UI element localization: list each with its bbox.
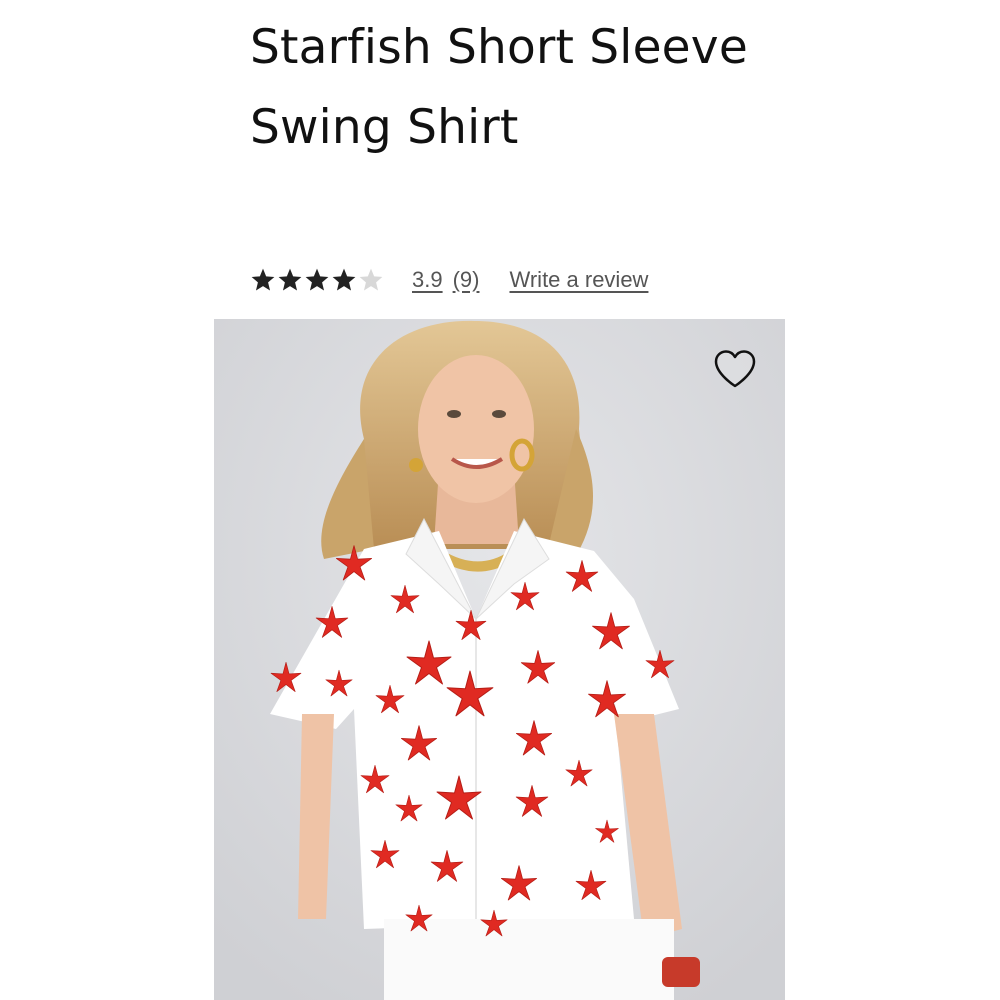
product-photo bbox=[214, 319, 785, 1000]
star-empty-icon bbox=[359, 268, 383, 291]
star-filled-icon bbox=[305, 268, 329, 291]
rating-stars[interactable] bbox=[250, 267, 384, 293]
heart-outline-icon bbox=[714, 350, 756, 388]
product-title: Starfish Short Sleeve Swing Shirt bbox=[250, 20, 748, 155]
review-count-link[interactable]: (9) bbox=[453, 267, 480, 293]
rating-row: 3.9 (9) Write a review bbox=[250, 262, 648, 298]
star-filled-icon bbox=[278, 268, 302, 291]
star-filled-icon bbox=[332, 268, 356, 291]
product-image[interactable] bbox=[214, 319, 785, 1000]
write-review-link[interactable]: Write a review bbox=[509, 267, 648, 293]
wishlist-heart-button[interactable] bbox=[711, 345, 759, 393]
star-filled-icon bbox=[251, 268, 275, 291]
rating-value-link[interactable]: 3.9 bbox=[412, 267, 443, 293]
